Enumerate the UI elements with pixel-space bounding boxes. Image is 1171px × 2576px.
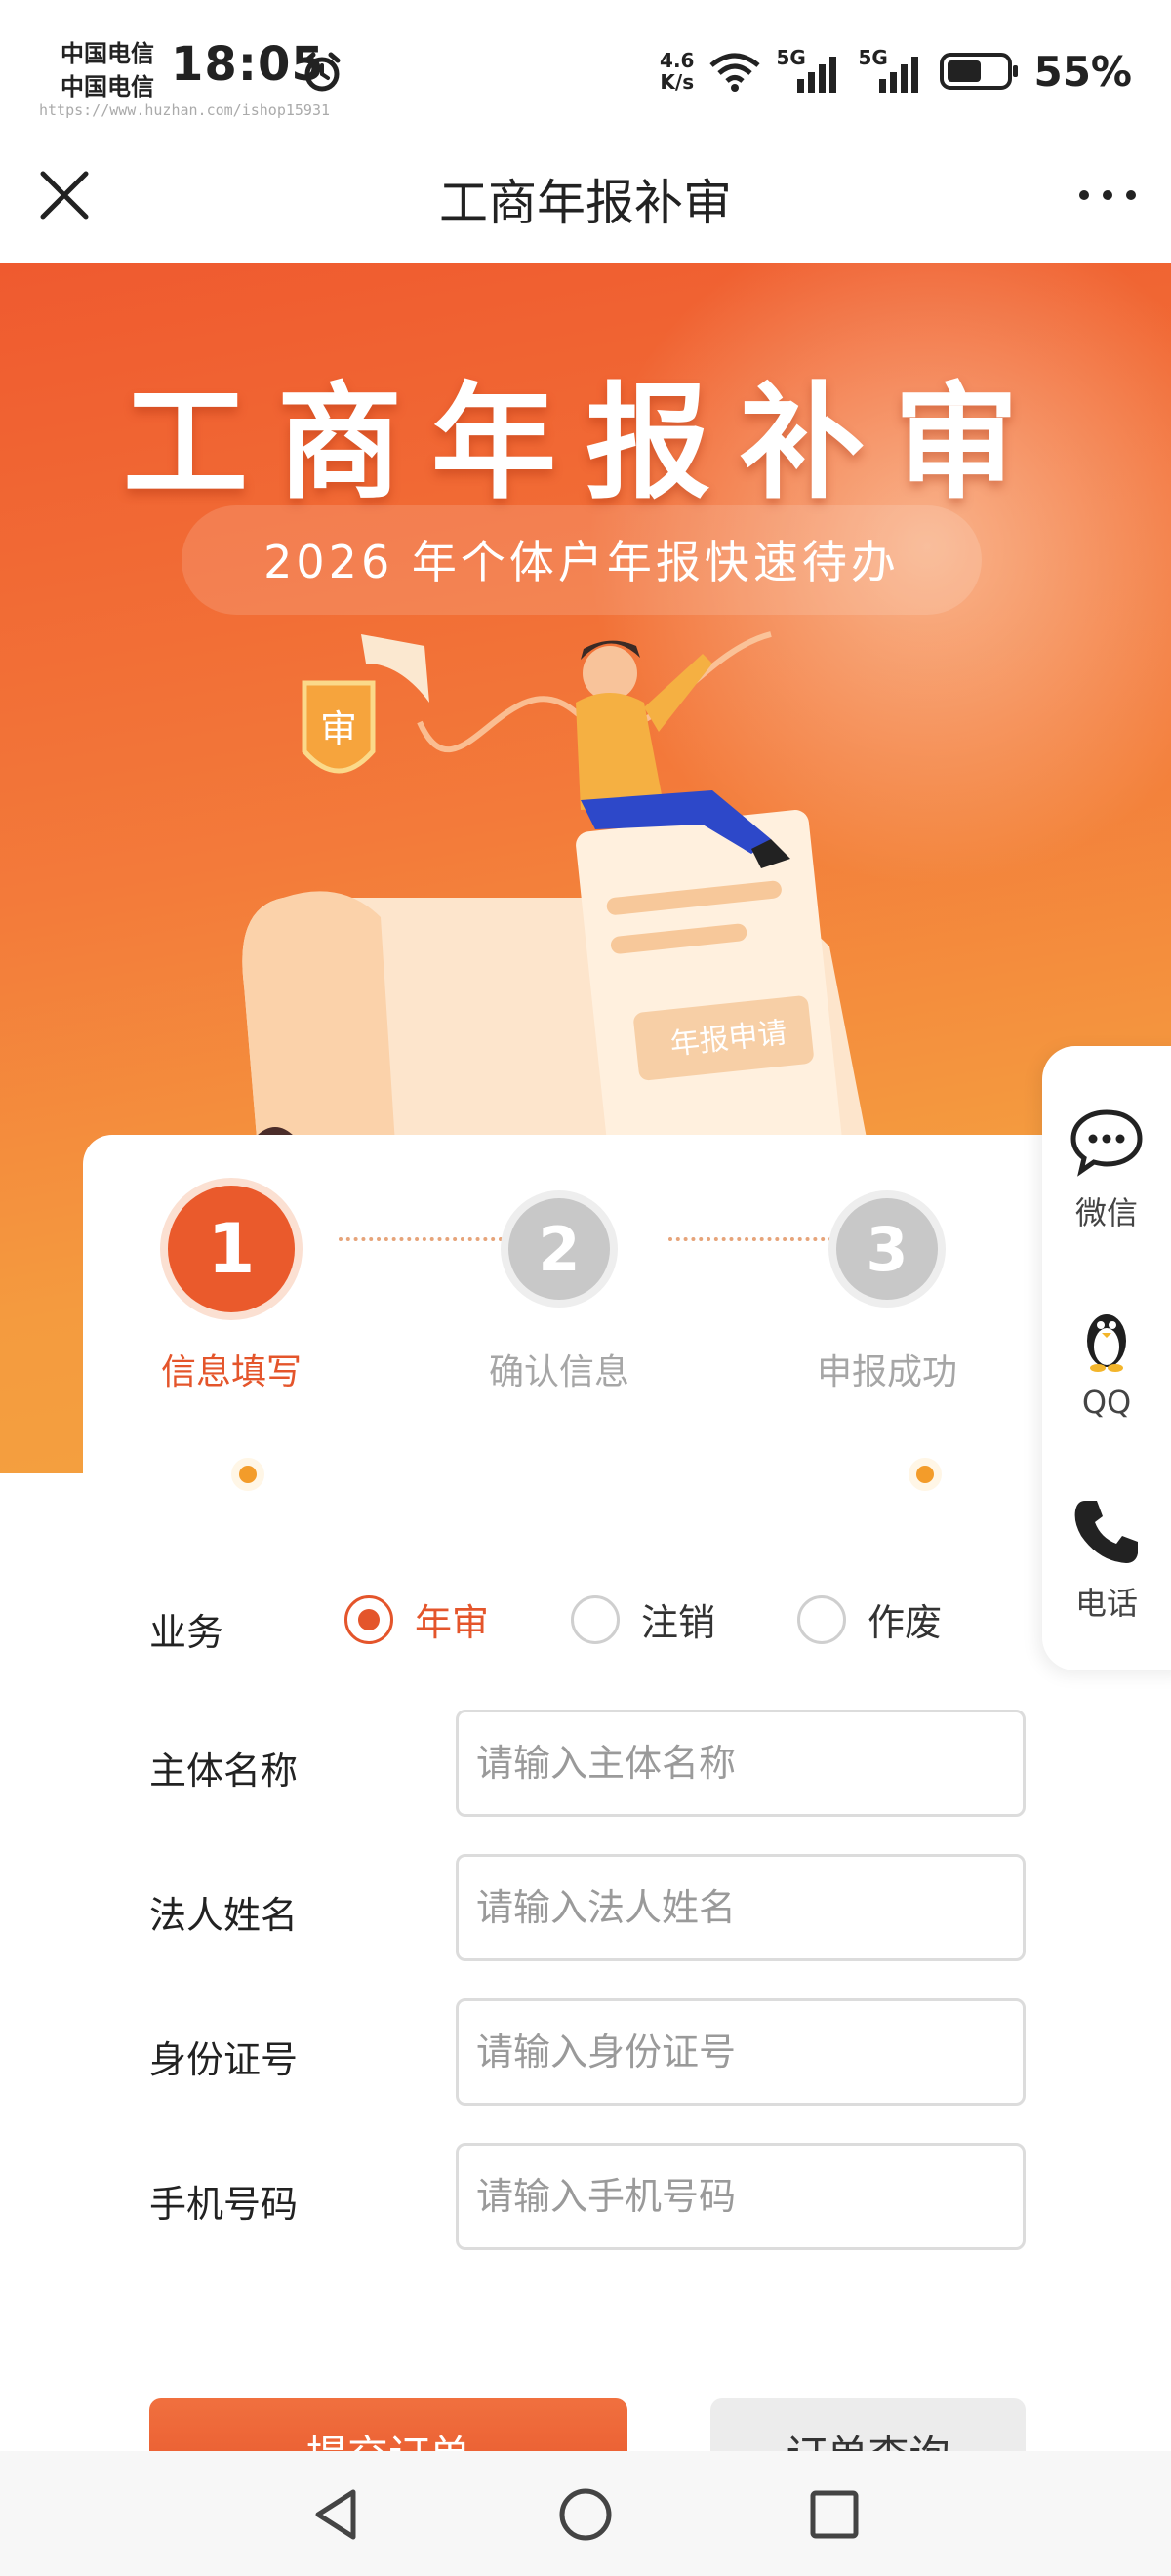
hero-title: 工商年报补审 xyxy=(122,371,1048,516)
hero-subtitle: 2026 年个体户年报快速待办 xyxy=(263,536,900,588)
signal-2: 5G xyxy=(858,46,926,93)
contact-phone[interactable]: 电话 xyxy=(1042,1493,1171,1624)
status-icons: 4.6 K/s 5G 5G 55% xyxy=(660,46,1132,96)
step-2: 2 确认信息 xyxy=(452,1186,666,1394)
step-3-circle: 3 xyxy=(836,1198,938,1300)
step-2-number: 2 xyxy=(538,1213,581,1285)
id-number-row: 身份证号 xyxy=(83,1998,1092,2106)
radio-annual-review[interactable]: 年审 xyxy=(344,1592,489,1646)
contact-qq[interactable]: QQ xyxy=(1042,1298,1171,1421)
radio-void-label: 作废 xyxy=(868,1601,943,1644)
system-nav-bar xyxy=(0,2451,1171,2576)
card-clip-left xyxy=(231,1458,264,1491)
carrier-1: 中国电信 xyxy=(61,40,154,67)
legal-person-row: 法人姓名 xyxy=(83,1854,1092,1961)
chat-bubble-icon[interactable] xyxy=(1068,1103,1146,1181)
legal-person-input[interactable] xyxy=(456,1854,1026,1961)
contact-phone-label: 电话 xyxy=(1074,1585,1138,1622)
network-speed-unit: K/s xyxy=(660,70,695,94)
id-number-input[interactable] xyxy=(456,1998,1026,2106)
step-3-number: 3 xyxy=(866,1213,909,1285)
entity-name-row: 主体名称 xyxy=(83,1710,1092,1817)
back-icon[interactable] xyxy=(303,2480,371,2549)
penguin-icon[interactable] xyxy=(1068,1298,1146,1376)
contact-side-panel: 微信 QQ 电话 xyxy=(1042,1046,1171,1670)
wifi-icon xyxy=(709,53,761,92)
phone-row: 手机号码 xyxy=(83,2143,1092,2250)
title-bar: 工商年报补审 xyxy=(0,137,1171,263)
alarm-icon xyxy=(303,52,341,92)
radio-unchecked-icon[interactable] xyxy=(797,1594,846,1644)
home-icon[interactable] xyxy=(551,2480,620,2549)
recents-icon[interactable] xyxy=(800,2480,868,2549)
url-watermark: https://www.huzhan.com/ishop15931 xyxy=(39,101,331,119)
entity-name-input[interactable] xyxy=(456,1710,1026,1817)
radio-annual-review-label: 年审 xyxy=(415,1601,490,1644)
radio-unchecked-icon[interactable] xyxy=(571,1594,620,1644)
carrier-2: 中国电信 xyxy=(61,73,154,101)
step-3-label: 申报成功 xyxy=(816,1352,957,1392)
shield-badge-text: 审 xyxy=(320,707,357,750)
radio-cancellation-label: 注销 xyxy=(641,1601,716,1644)
shield-badge-icon: 审 xyxy=(302,680,376,774)
phone-icon[interactable] xyxy=(1068,1493,1146,1571)
radio-checked-icon[interactable] xyxy=(344,1594,393,1644)
signal-1: 5G xyxy=(776,46,844,93)
more-options-icon[interactable] xyxy=(1073,176,1142,215)
signal-bars-icon xyxy=(879,57,919,93)
network-speed-value: 4.6 xyxy=(660,49,695,72)
phone-label: 手机号码 xyxy=(149,2183,299,2226)
entity-name-label: 主体名称 xyxy=(149,1750,299,1792)
step-1-label: 信息填写 xyxy=(160,1352,302,1392)
order-form: 业务 年审 注销 作废 主体名称 法人姓名 身份证号 手机号码 提交订单 订单查… xyxy=(83,1547,1092,2522)
legal-person-label: 法人姓名 xyxy=(149,1894,299,1937)
phone-input[interactable] xyxy=(456,2143,1026,2250)
card-clip-right xyxy=(909,1458,942,1491)
page-title: 工商年报补审 xyxy=(439,175,732,231)
radio-void[interactable]: 作废 xyxy=(797,1592,942,1646)
radio-cancellation[interactable]: 注销 xyxy=(571,1592,715,1646)
step-1-circle: 1 xyxy=(168,1186,295,1312)
network-speed: 4.6 K/s xyxy=(660,50,694,93)
step-1: 1 信息填写 xyxy=(124,1186,339,1394)
step-3: 3 申报成功 xyxy=(780,1186,994,1394)
battery-icon xyxy=(940,53,1019,90)
id-number-label: 身份证号 xyxy=(149,2038,299,2081)
business-label: 业务 xyxy=(149,1611,224,1654)
business-row: 业务 年审 注销 作废 xyxy=(83,1590,1092,1659)
steps-card: 1 信息填写 2 确认信息 3 申报成功 xyxy=(83,1135,1098,1515)
step-2-circle: 2 xyxy=(508,1198,610,1300)
contact-wechat-label: 微信 xyxy=(1074,1194,1138,1231)
status-bar: 中国电信 中国电信 18:05 https://www.huzhan.com/i… xyxy=(0,0,1171,137)
contact-wechat[interactable]: 微信 xyxy=(1042,1103,1171,1233)
step-2-label: 确认信息 xyxy=(488,1352,629,1392)
signal-bars-icon xyxy=(797,57,837,93)
battery-percent: 55% xyxy=(1033,47,1132,96)
step-1-number: 1 xyxy=(207,1209,256,1289)
carrier-names: 中国电信 中国电信 xyxy=(61,39,154,105)
contact-qq-label: QQ xyxy=(1081,1384,1132,1421)
